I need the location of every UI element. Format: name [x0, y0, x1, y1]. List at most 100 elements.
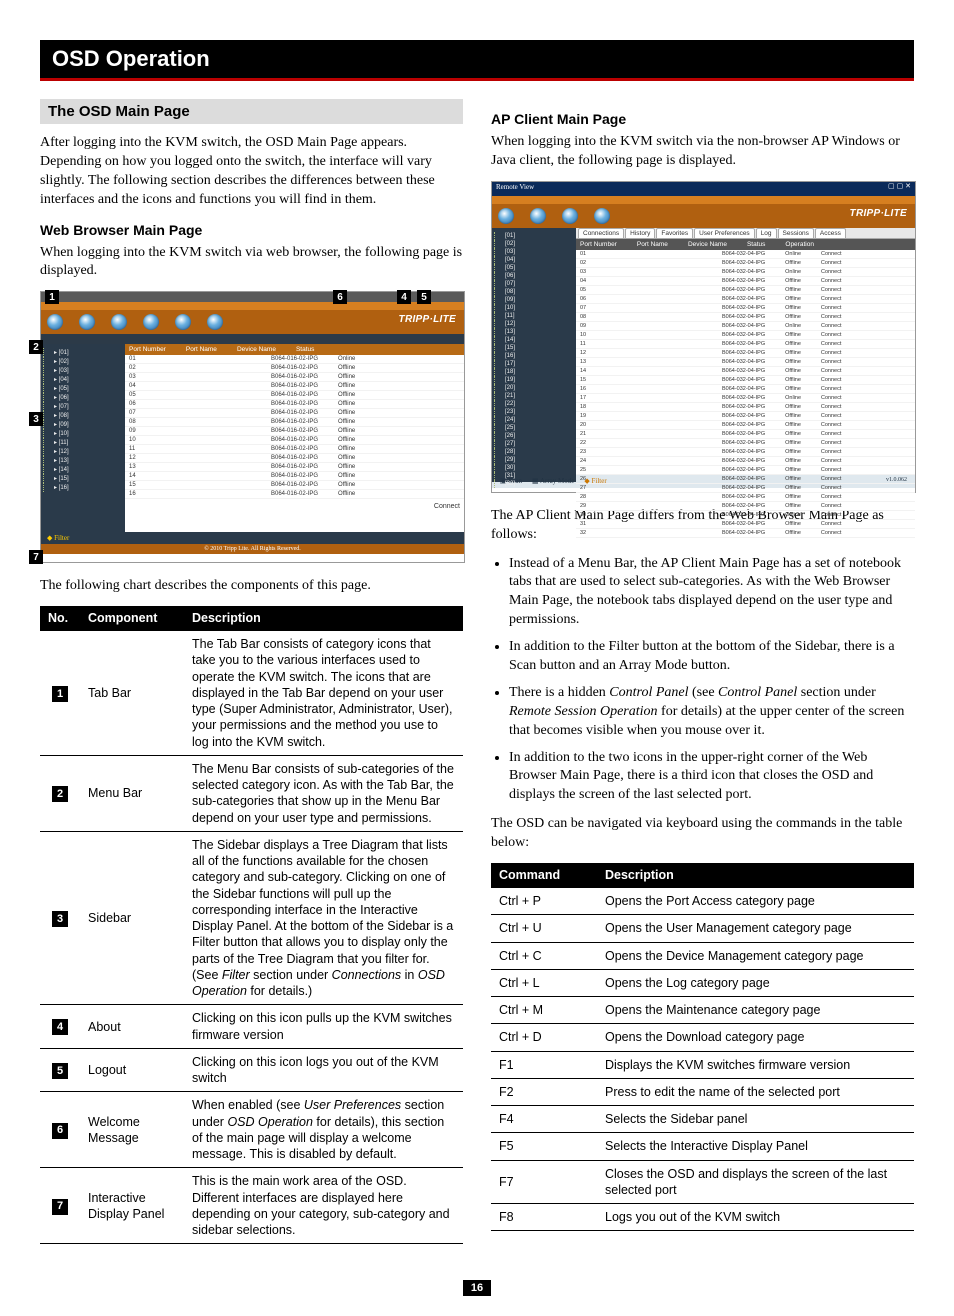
page-title-bar: OSD Operation [40, 40, 914, 81]
fig1-toolbar: TRIPP·LITE [41, 310, 464, 334]
fig2-main: ConnectionsHistoryFavoritesUser Preferen… [576, 228, 915, 474]
table-row-num: 7 [40, 1168, 80, 1244]
web-browser-screenshot: 1 6 4 5 2 3 7 TRIPP·LITE ▸ [01]▸ [02]▸ [… [40, 291, 465, 563]
fig1-filter-label: Filter [54, 534, 69, 542]
fig2-main-header: Port NumberPort NameDevice NameStatusOpe… [576, 239, 915, 250]
table-row-desc: When enabled (see User Preferences secti… [184, 1092, 463, 1168]
table-row-desc: Clicking on this icon pulls up the KVM s… [184, 1005, 463, 1049]
fig2-icon-4 [594, 208, 610, 224]
table-row-desc: The Tab Bar consists of category icons t… [184, 631, 463, 756]
fig1-body: ▸ [01]▸ [02]▸ [03]▸ [04]▸ [05]▸ [06]▸ [0… [41, 344, 464, 532]
command-desc: Closes the OSD and displays the screen o… [597, 1160, 914, 1204]
fig2-body: [01][02][03][04][05][06][07][08][09][10]… [492, 228, 915, 474]
components-table: No. Component Description 1 Tab Bar The … [40, 606, 463, 1244]
callout-7: 7 [29, 550, 43, 564]
table-row-desc: This is the main work area of the OSD. D… [184, 1168, 463, 1244]
intro-paragraph: After logging into the KVM switch, the O… [40, 134, 463, 210]
table-row-num: 2 [40, 755, 80, 831]
two-column-layout: The OSD Main Page After logging into the… [40, 99, 914, 1260]
command-desc: Opens the Log category page [597, 969, 914, 996]
fig1-filter-bar: ◆ Filter [41, 532, 464, 544]
table-row-num: 1 [40, 631, 80, 756]
fig2-titlebar: Remote View ▢ ▢ ✕ [492, 182, 915, 196]
callout-2: 2 [29, 340, 43, 354]
fig1-rows: 01B064-016-02-IPGOnline02B064-016-02-IPG… [125, 355, 464, 499]
th-cdesc: Description [597, 863, 914, 888]
callout-3: 3 [29, 412, 43, 426]
window-controls: ▢ ▢ ✕ [888, 182, 911, 190]
ap-diff-bullets: Instead of a Menu Bar, the AP Client Mai… [491, 555, 914, 806]
command-key: Ctrl + L [491, 969, 597, 996]
keyboard-intro: The OSD can be navigated via keyboard us… [491, 815, 914, 853]
command-desc: Selects the Sidebar panel [597, 1106, 914, 1133]
fig2-toolbar: TRIPP·LITE [492, 204, 915, 228]
ap-client-intro: When logging into the KVM switch via the… [491, 133, 914, 171]
fig2-sidebar: [01][02][03][04][05][06][07][08][09][10]… [492, 228, 576, 482]
command-desc: Press to edit the name of the selected p… [597, 1078, 914, 1105]
table-row-num: 4 [40, 1005, 80, 1049]
user-mgmt-icon [79, 314, 95, 330]
table-row-desc: The Menu Bar consists of sub-categories … [184, 755, 463, 831]
command-desc: Selects the Interactive Display Panel [597, 1133, 914, 1160]
table-row-comp: Welcome Message [80, 1092, 184, 1168]
command-key: Ctrl + P [491, 888, 597, 915]
command-key: Ctrl + M [491, 997, 597, 1024]
th-description: Description [184, 606, 463, 631]
callout-5: 5 [417, 290, 431, 304]
command-key: F5 [491, 1133, 597, 1160]
fig2-icon-2 [530, 208, 546, 224]
fig2-icon-3 [562, 208, 578, 224]
table-row-comp: Logout [80, 1048, 184, 1092]
table-row-comp: Menu Bar [80, 755, 184, 831]
th-no: No. [40, 606, 80, 631]
list-item: In addition to the Filter button at the … [509, 638, 914, 676]
table-row-comp: About [80, 1005, 184, 1049]
port-access-icon [47, 314, 63, 330]
command-key: F4 [491, 1106, 597, 1133]
table-row-comp: Tab Bar [80, 631, 184, 756]
chart-caption: The following chart describes the compon… [40, 577, 463, 596]
web-browser-intro: When logging into the KVM switch via web… [40, 244, 463, 282]
callout-4: 4 [397, 290, 411, 304]
command-desc: Opens the Device Management category pag… [597, 942, 914, 969]
command-desc: Opens the Maintenance category page [597, 997, 914, 1024]
brand-logo: TRIPP·LITE [399, 314, 456, 325]
table-row-num: 3 [40, 831, 80, 1005]
command-key: F2 [491, 1078, 597, 1105]
command-key: F7 [491, 1160, 597, 1204]
command-key: Ctrl + U [491, 915, 597, 942]
command-key: Ctrl + C [491, 942, 597, 969]
table-row-desc: The Sidebar displays a Tree Diagram that… [184, 831, 463, 1005]
fig1-menu-bar [41, 334, 464, 344]
right-column: AP Client Main Page When logging into th… [491, 99, 914, 1260]
list-item: In addition to the two icons in the uppe… [509, 749, 914, 806]
command-key: F8 [491, 1204, 597, 1231]
fig2-rows: 01B064-032-04-IPGOnlineConnect02B064-032… [576, 250, 915, 538]
device-mgmt-icon [111, 314, 127, 330]
fig1-connect: Connect [125, 499, 464, 514]
list-item: There is a hidden Control Panel (see Con… [509, 684, 914, 741]
fig2-orange-strip [492, 196, 915, 204]
command-key: F1 [491, 1051, 597, 1078]
ap-client-heading: AP Client Main Page [491, 111, 914, 127]
table-row-desc: Clicking on this icon logs you out of th… [184, 1048, 463, 1092]
left-column: The OSD Main Page After logging into the… [40, 99, 463, 1260]
log-icon [143, 314, 159, 330]
filter-button: ◆ Filter [584, 477, 606, 485]
fig2-icon-1 [498, 208, 514, 224]
command-desc: Opens the User Management category page [597, 915, 914, 942]
download-icon [207, 314, 223, 330]
command-desc: Opens the Port Access category page [597, 888, 914, 915]
command-desc: Logs you out of the KVM switch [597, 1204, 914, 1231]
table-row-comp: Sidebar [80, 831, 184, 1005]
callout-1: 1 [45, 290, 59, 304]
fig1-main: Port NumberPort NameDevice NameStatus 01… [125, 344, 464, 532]
brand-logo-2: TRIPP·LITE [850, 208, 907, 219]
table-row-num: 5 [40, 1048, 80, 1092]
web-browser-heading: Web Browser Main Page [40, 222, 463, 238]
page-number: 16 [40, 1280, 914, 1296]
fig1-footer: © 2010 Tripp Lite. All Rights Reserved. [41, 544, 464, 554]
fig2-version: v1.0.062 [886, 477, 907, 485]
list-item: Instead of a Menu Bar, the AP Client Mai… [509, 555, 914, 631]
maintenance-icon [175, 314, 191, 330]
